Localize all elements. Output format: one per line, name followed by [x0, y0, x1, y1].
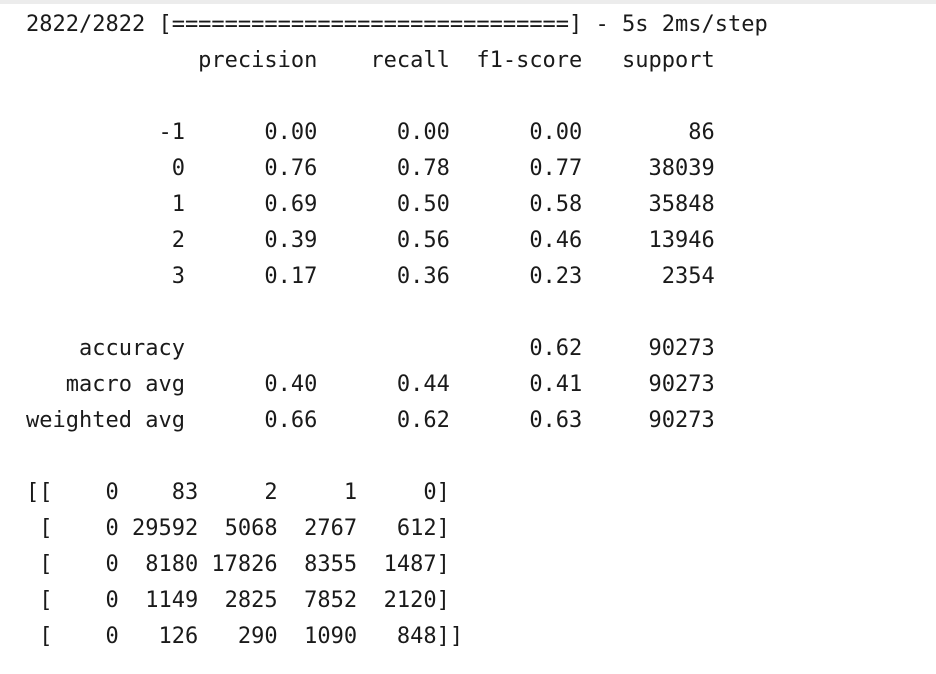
report-summary-row: macro avg 0.40 0.44 0.41 90273	[26, 372, 715, 397]
report-row: 3 0.17 0.36 0.23 2354	[26, 264, 715, 289]
progress-line: 2822/2822 [=============================…	[26, 12, 768, 37]
top-divider	[0, 0, 936, 4]
confusion-matrix-row: [ 0 126 290 1090 848]]	[26, 624, 464, 649]
confusion-matrix-row: [ 0 29592 5068 2767 612]	[26, 516, 450, 541]
notebook-cell-output: 2822/2822 [=============================…	[26, 7, 768, 655]
report-row: -1 0.00 0.00 0.00 86	[26, 120, 715, 145]
confusion-matrix-row: [ 0 8180 17826 8355 1487]	[26, 552, 450, 577]
confusion-matrix-row: [[ 0 83 2 1 0]	[26, 480, 450, 505]
report-row: 1 0.69 0.50 0.58 35848	[26, 192, 715, 217]
confusion-matrix-row: [ 0 1149 2825 7852 2120]	[26, 588, 450, 613]
report-header: precision recall f1-score support	[26, 48, 715, 73]
report-row: 0 0.76 0.78 0.77 38039	[26, 156, 715, 181]
report-summary-row: weighted avg 0.66 0.62 0.63 90273	[26, 408, 715, 433]
report-summary-row: accuracy 0.62 90273	[26, 336, 715, 361]
report-row: 2 0.39 0.56 0.46 13946	[26, 228, 715, 253]
